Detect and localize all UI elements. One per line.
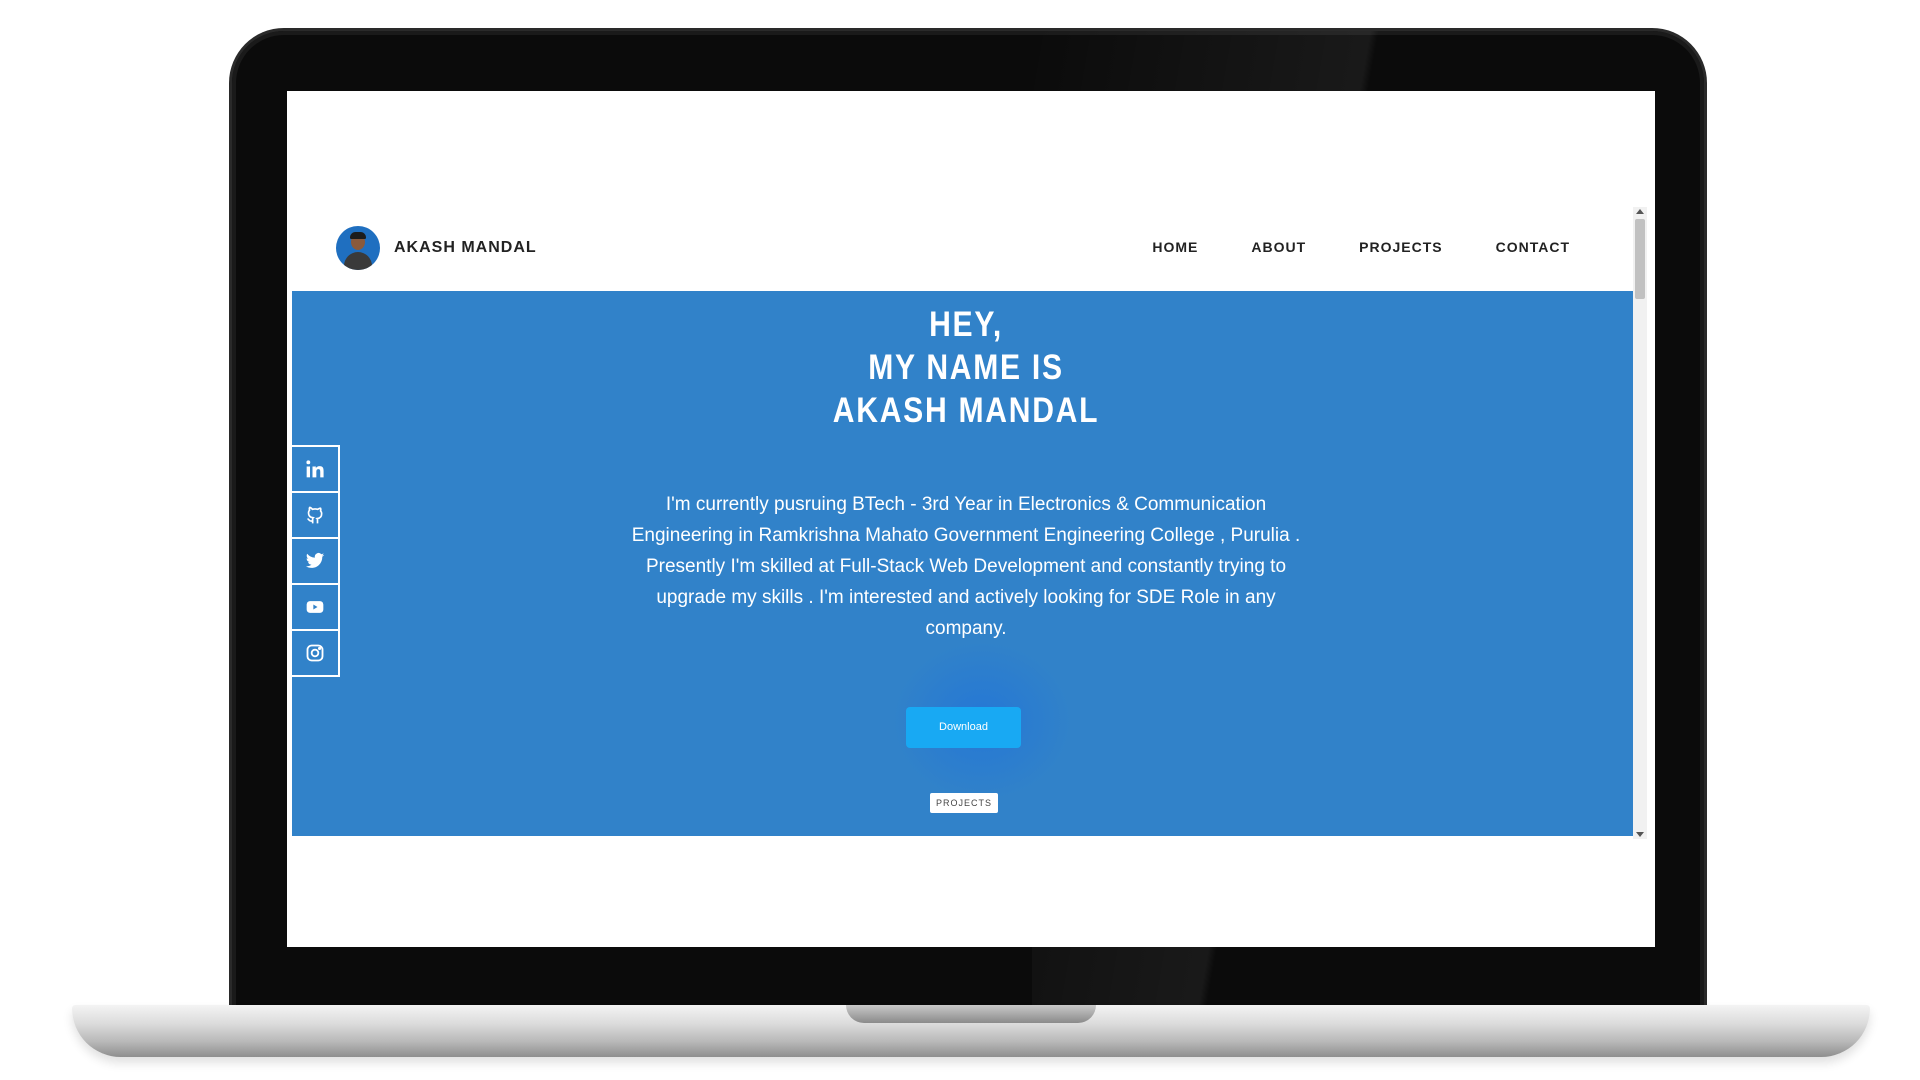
- hero-intro: I'm currently pusruing BTech - 3rd Year …: [631, 494, 1301, 639]
- social-linkedin[interactable]: [292, 447, 338, 493]
- laptop-screen: AKASH MANDAL HOME ABOUT PROJECTS CONTACT…: [287, 91, 1655, 947]
- youtube-icon: [306, 601, 324, 613]
- social-sidebar: [292, 445, 340, 677]
- nav-projects[interactable]: PROJECTS: [1359, 239, 1442, 255]
- scroll-thumb[interactable]: [1635, 219, 1645, 299]
- brand[interactable]: AKASH MANDAL: [336, 226, 537, 270]
- laptop-base-notch: [846, 1005, 1096, 1023]
- nav-home[interactable]: HOME: [1152, 239, 1198, 255]
- headline-line3: AKASH MANDAL: [832, 391, 1100, 430]
- brand-name[interactable]: AKASH MANDAL: [394, 239, 537, 257]
- scroll-down-arrow[interactable]: [1636, 832, 1644, 837]
- headline-line1: HEY,: [929, 305, 1003, 344]
- nav-contact[interactable]: CONTACT: [1496, 239, 1570, 255]
- linkedin-icon: [306, 460, 324, 478]
- laptop-mockup: AKASH MANDAL HOME ABOUT PROJECTS CONTACT…: [0, 0, 1920, 1080]
- avatar: [336, 226, 380, 270]
- projects-button[interactable]: PROJECTS: [930, 793, 998, 813]
- avatar-hair: [350, 232, 366, 239]
- download-button[interactable]: Download: [906, 707, 1021, 748]
- hero-section: HEY, MY NAME IS AKASH MANDAL I'm current…: [292, 291, 1640, 836]
- scroll-up-arrow[interactable]: [1636, 209, 1644, 214]
- hero-headline: HEY, MY NAME IS AKASH MANDAL: [386, 303, 1545, 432]
- instagram-icon: [306, 644, 324, 662]
- nav-links: HOME ABOUT PROJECTS CONTACT: [1152, 239, 1570, 255]
- vertical-scrollbar[interactable]: [1633, 207, 1647, 839]
- social-instagram[interactable]: [292, 631, 338, 675]
- avatar-body: [344, 252, 372, 270]
- social-youtube[interactable]: [292, 585, 338, 631]
- social-twitter[interactable]: [292, 539, 338, 585]
- portfolio-page: AKASH MANDAL HOME ABOUT PROJECTS CONTACT…: [292, 209, 1640, 836]
- social-github[interactable]: [292, 493, 338, 539]
- headline-line2: MY NAME IS: [868, 348, 1064, 387]
- twitter-icon: [305, 553, 325, 568]
- nav-about[interactable]: ABOUT: [1251, 239, 1306, 255]
- navbar: AKASH MANDAL HOME ABOUT PROJECTS CONTACT: [292, 209, 1640, 291]
- github-icon: [307, 506, 323, 524]
